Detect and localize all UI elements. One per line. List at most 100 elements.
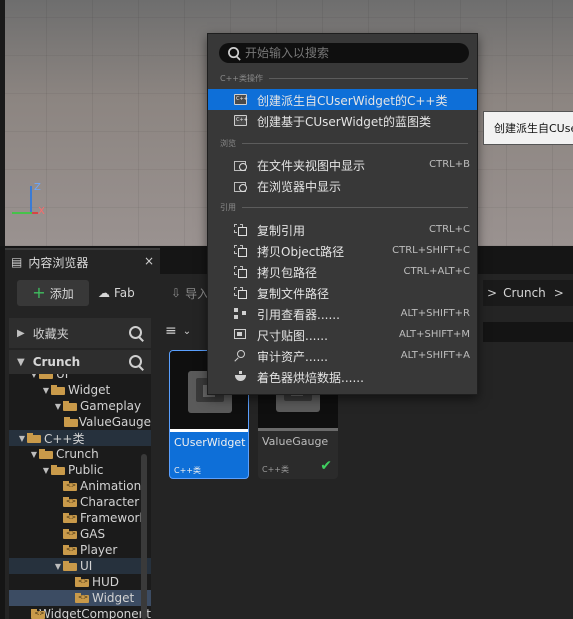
menu-item-copy-package-path[interactable]: 拷贝包路径 CTRL+ALT+C bbox=[208, 261, 477, 282]
tree-item[interactable]: Widget bbox=[9, 590, 151, 606]
tree-item[interactable]: WidgetComponent bbox=[9, 606, 151, 619]
chevron-right-icon[interactable]: > bbox=[554, 286, 564, 300]
axis-z-label: Z bbox=[34, 182, 41, 193]
menu-item-label: 复制文件路径 bbox=[257, 287, 330, 301]
menu-item-size-map[interactable]: 尺寸贴图...... ALT+SHIFT+M bbox=[208, 324, 477, 345]
asset-context-menu: C++类操作 创建派生自CUserWidget的C++类 创建基于CUserWi… bbox=[207, 33, 478, 395]
tree-item-label: WidgetComponent bbox=[39, 607, 151, 619]
tree-item[interactable]: ▼ UI bbox=[9, 558, 151, 574]
asset-name: CUserWidget bbox=[174, 436, 246, 449]
menu-item-shader-cook-data[interactable]: 着色器烘焙数据...... bbox=[208, 366, 477, 387]
tree-item[interactable]: ▼ Gameplay bbox=[9, 398, 151, 414]
breadcrumb-crunch[interactable]: Crunch bbox=[503, 286, 546, 300]
asset-search-field[interactable] bbox=[483, 322, 573, 342]
tree-item-label: Framework bbox=[80, 511, 147, 525]
menu-item-shortcut: ALT+SHIFT+R bbox=[400, 308, 470, 319]
menu-tooltip: 创建派生自CUserWidget的C++类 bbox=[483, 111, 573, 145]
folder-icon bbox=[51, 385, 65, 395]
tree-item[interactable]: HUD bbox=[9, 574, 151, 590]
tree-item-label: Gameplay bbox=[80, 399, 142, 413]
tree-item[interactable]: Character bbox=[9, 494, 151, 510]
chevron-down-icon[interactable]: ▼ bbox=[17, 434, 27, 443]
folder-search-icon bbox=[234, 159, 247, 171]
chevron-down-icon[interactable]: ▼ bbox=[29, 374, 39, 379]
copy-icon bbox=[234, 266, 247, 278]
menu-item-copy-file-path[interactable]: 复制文件路径 bbox=[208, 282, 477, 303]
folder-icon bbox=[39, 374, 53, 379]
menu-item-copy-object-path[interactable]: 拷贝Object路径 CTRL+SHIFT+C bbox=[208, 240, 477, 261]
tree-item[interactable]: Animation bbox=[9, 478, 151, 494]
menu-item-show-in-browser[interactable]: 在浏览器中显示 bbox=[208, 175, 477, 196]
tree-scrollbar[interactable] bbox=[141, 454, 147, 619]
asset-kind: C++类 bbox=[174, 466, 201, 475]
tree-item-label: HUD bbox=[92, 575, 120, 589]
section-cpp-actions: C++类操作 bbox=[220, 73, 468, 84]
tree-item[interactable]: ▼ Public bbox=[9, 462, 151, 478]
menu-item-copy-reference[interactable]: 复制引用 CTRL+C bbox=[208, 219, 477, 240]
filter-button[interactable]: ≡ ⌄ bbox=[165, 318, 213, 344]
menu-item-show-in-folder[interactable]: 在文件夹视图中显示 CTRL+B bbox=[208, 154, 477, 175]
search-icon bbox=[228, 47, 241, 61]
copy-icon bbox=[234, 224, 247, 236]
menu-item-create-blueprint[interactable]: 创建基于CUserWidget的蓝图类 bbox=[208, 110, 477, 131]
tree-item-label: Widget bbox=[68, 383, 111, 397]
code-folder-icon bbox=[63, 545, 77, 555]
fab-button[interactable]: ☁ Fab bbox=[98, 280, 135, 306]
folder-tab-icon: ▤ bbox=[11, 255, 23, 269]
chevron-down-icon[interactable]: ▼ bbox=[53, 562, 63, 571]
fab-icon: ☁ bbox=[98, 286, 110, 300]
tree-item-label: ValueGauge bbox=[78, 415, 151, 429]
blueprint-class-icon bbox=[234, 115, 248, 126]
chevron-right-icon: > bbox=[487, 286, 498, 300]
menu-item-label: 拷贝Object路径 bbox=[257, 245, 345, 259]
code-folder-icon bbox=[63, 513, 77, 523]
chevron-down-icon[interactable]: ▼ bbox=[17, 357, 25, 368]
chevron-down-icon[interactable]: ▼ bbox=[29, 450, 39, 459]
menu-search-input[interactable] bbox=[245, 43, 461, 63]
search-icon[interactable] bbox=[129, 326, 144, 342]
chevron-down-icon[interactable]: ▼ bbox=[41, 466, 51, 475]
menu-item-label: 拷贝包路径 bbox=[257, 266, 318, 280]
folder-icon bbox=[64, 417, 79, 427]
section-browse: 浏览 bbox=[220, 138, 468, 149]
code-folder-icon bbox=[75, 593, 89, 603]
menu-item-shortcut: CTRL+B bbox=[429, 159, 470, 170]
chevron-down-icon[interactable]: ▼ bbox=[41, 386, 51, 395]
menu-item-create-derived-cpp[interactable]: 创建派生自CUserWidget的C++类 bbox=[208, 89, 477, 110]
import-button[interactable]: ⇩ 导入 bbox=[171, 280, 209, 306]
favorites-label: 收藏夹 bbox=[32, 326, 69, 341]
chevron-right-icon[interactable]: ▶ bbox=[17, 328, 25, 339]
tooltip-text: 创建派生自CUserWidget的C++类 bbox=[494, 122, 573, 135]
menu-item-label: 尺寸贴图...... bbox=[257, 329, 328, 343]
menu-item-shortcut: CTRL+C bbox=[429, 224, 470, 235]
tab-content-browser[interactable]: ▤ 内容浏览器 × bbox=[5, 248, 160, 274]
folder-icon bbox=[51, 465, 65, 475]
project-root-header[interactable]: ▼ Crunch bbox=[9, 350, 151, 374]
tree-item[interactable]: GAS bbox=[9, 526, 151, 542]
tree-item[interactable]: Player bbox=[9, 542, 151, 558]
menu-item-label: 在文件夹视图中显示 bbox=[257, 159, 366, 173]
folder-icon bbox=[63, 401, 77, 411]
breadcrumb: > Crunch > bbox=[483, 280, 573, 306]
tree-item[interactable]: ▼ Widget bbox=[9, 382, 151, 398]
reference-viewer-icon bbox=[234, 308, 247, 319]
menu-item-reference-viewer[interactable]: 引用查看器...... ALT+SHIFT+R bbox=[208, 303, 477, 324]
audit-icon bbox=[234, 350, 247, 362]
close-icon[interactable]: × bbox=[144, 254, 154, 268]
chevron-down-icon[interactable]: ▼ bbox=[53, 402, 63, 411]
tree-item-label: UI bbox=[56, 374, 69, 381]
code-folder-icon bbox=[63, 529, 77, 539]
tab-title: 内容浏览器 bbox=[28, 255, 89, 270]
code-folder-icon bbox=[31, 609, 46, 619]
tree-item[interactable]: Framework bbox=[9, 510, 151, 526]
tree-item[interactable]: ValueGauge bbox=[9, 414, 151, 430]
import-button-label: 导入 bbox=[185, 286, 210, 301]
tree-item[interactable]: ▼ C++类 bbox=[9, 430, 151, 446]
search-icon[interactable] bbox=[129, 355, 144, 371]
menu-item-label: 着色器烘焙数据...... bbox=[257, 371, 364, 385]
tree-item[interactable]: ▼ Crunch bbox=[9, 446, 151, 462]
menu-item-audit-assets[interactable]: 审计资产...... ALT+SHIFT+A bbox=[208, 345, 477, 366]
add-button[interactable]: + 添加 bbox=[17, 280, 89, 306]
favorites-header[interactable]: ▶ 收藏夹 bbox=[9, 318, 151, 348]
tree-item[interactable]: ▼ UI bbox=[9, 374, 151, 382]
